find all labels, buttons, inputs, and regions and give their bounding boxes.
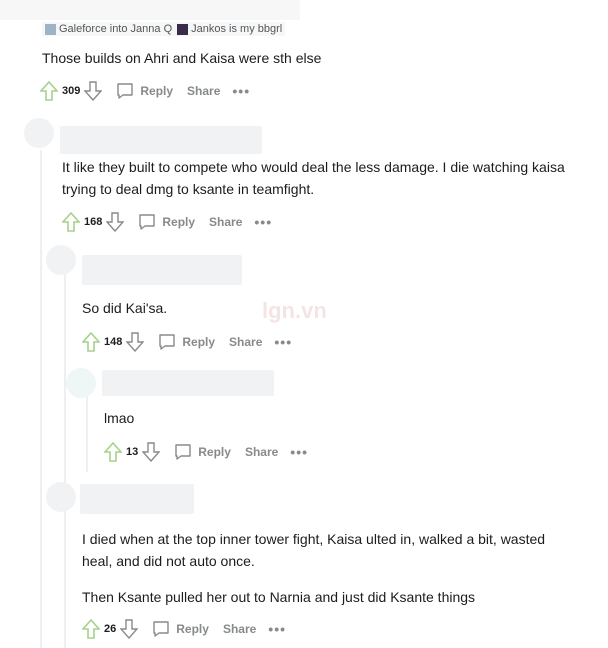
comment-actions: 309 Reply Share ••• bbox=[40, 79, 250, 103]
redacted-header bbox=[102, 370, 274, 396]
upvote-icon[interactable] bbox=[104, 442, 122, 462]
more-options-icon[interactable]: ••• bbox=[274, 335, 292, 349]
share-button[interactable]: Share bbox=[229, 335, 262, 349]
comment-body: So did Kai'sa. bbox=[82, 300, 168, 316]
vote-score: 168 bbox=[84, 216, 103, 228]
downvote-icon[interactable] bbox=[126, 332, 145, 352]
share-label: Share bbox=[222, 622, 257, 636]
upvote-icon[interactable] bbox=[62, 212, 80, 232]
redacted-header bbox=[46, 245, 76, 275]
comment-icon bbox=[139, 214, 156, 230]
upvote-icon[interactable] bbox=[82, 332, 100, 352]
redacted-header bbox=[66, 368, 96, 398]
comment-body: I died when at the top inner tower fight… bbox=[82, 528, 545, 608]
reply-label: Reply bbox=[176, 622, 209, 636]
redacted-header bbox=[82, 255, 242, 285]
reply-label: Reply bbox=[198, 445, 231, 459]
upvote-icon[interactable] bbox=[82, 619, 100, 639]
vote-score: 13 bbox=[126, 446, 139, 458]
comment-actions: 26 Reply Share ••• bbox=[82, 617, 286, 641]
share-button[interactable]: Share bbox=[209, 215, 242, 229]
share-label: Share bbox=[244, 445, 279, 459]
downvote-icon[interactable] bbox=[120, 619, 139, 639]
comment-actions: 148 Reply Share ••• bbox=[82, 330, 292, 354]
reply-button[interactable]: Reply bbox=[116, 82, 173, 100]
comment-actions: 13 Reply Share ••• bbox=[104, 440, 308, 464]
reply-label: Reply bbox=[162, 215, 196, 229]
comment-icon bbox=[153, 621, 169, 637]
redacted-header bbox=[46, 482, 76, 512]
downvote-icon[interactable] bbox=[84, 81, 103, 101]
more-options-icon[interactable]: ••• bbox=[290, 445, 308, 459]
thread-line[interactable] bbox=[86, 392, 88, 472]
thread-line[interactable] bbox=[40, 150, 42, 648]
vote-score: 148 bbox=[104, 336, 123, 348]
redacted-header bbox=[80, 484, 194, 514]
watermark: lgn.vn bbox=[262, 298, 327, 323]
flair-text: Galeforce into Janna Q bbox=[59, 23, 173, 35]
redacted-header bbox=[24, 118, 54, 148]
comment-body: lmao bbox=[104, 410, 135, 426]
share-button[interactable]: Share bbox=[187, 84, 220, 98]
flair-icon bbox=[45, 23, 56, 35]
redacted-header bbox=[0, 0, 300, 20]
upvote-icon[interactable] bbox=[40, 81, 58, 101]
share-label: Share bbox=[187, 84, 221, 98]
more-options-icon[interactable]: ••• bbox=[232, 84, 250, 98]
share-label: Share bbox=[209, 215, 243, 229]
comment-line: heal, and did not auto once. bbox=[82, 553, 255, 569]
redacted-header bbox=[60, 126, 262, 154]
downvote-icon[interactable] bbox=[106, 212, 125, 232]
comment-line: It like they built to compete who would … bbox=[62, 159, 565, 175]
reply-button[interactable]: Reply bbox=[158, 333, 215, 351]
share-button[interactable]: Share bbox=[245, 445, 278, 459]
reply-label: Reply bbox=[140, 84, 174, 98]
comment-body: Those builds on Ahri and Kaisa were sth … bbox=[42, 50, 322, 66]
more-options-icon[interactable]: ••• bbox=[254, 215, 272, 229]
more-options-icon[interactable]: ••• bbox=[268, 622, 286, 636]
share-label: Share bbox=[229, 335, 263, 349]
comment-body: It like they built to compete who would … bbox=[62, 156, 565, 200]
vote-score: 309 bbox=[62, 85, 81, 97]
user-flair: Galeforce into Janna Q Jankos is my bbgr… bbox=[42, 22, 286, 36]
vote-score: 26 bbox=[104, 623, 117, 635]
thread-line[interactable] bbox=[64, 272, 66, 648]
share-button[interactable]: Share bbox=[223, 622, 256, 636]
comment-actions: 168 Reply Share ••• bbox=[62, 210, 272, 234]
comment-icon bbox=[117, 83, 134, 99]
jankos-flair-icon bbox=[177, 23, 189, 35]
comment-line: trying to deal dmg to ksante in teamfigh… bbox=[62, 181, 315, 197]
reply-button[interactable]: Reply bbox=[138, 213, 195, 231]
comment-icon bbox=[159, 334, 176, 350]
flair-text: Jankos is my bbgrl bbox=[191, 23, 283, 35]
comment-line: I died when at the top inner tower fight… bbox=[82, 531, 546, 547]
comment-line: Then Ksante pulled her out to Narnia and… bbox=[82, 589, 476, 605]
reply-label: Reply bbox=[182, 335, 216, 349]
reply-button[interactable]: Reply bbox=[152, 620, 209, 638]
reply-button[interactable]: Reply bbox=[174, 443, 231, 461]
downvote-icon[interactable] bbox=[142, 442, 161, 462]
comment-icon bbox=[175, 444, 191, 460]
